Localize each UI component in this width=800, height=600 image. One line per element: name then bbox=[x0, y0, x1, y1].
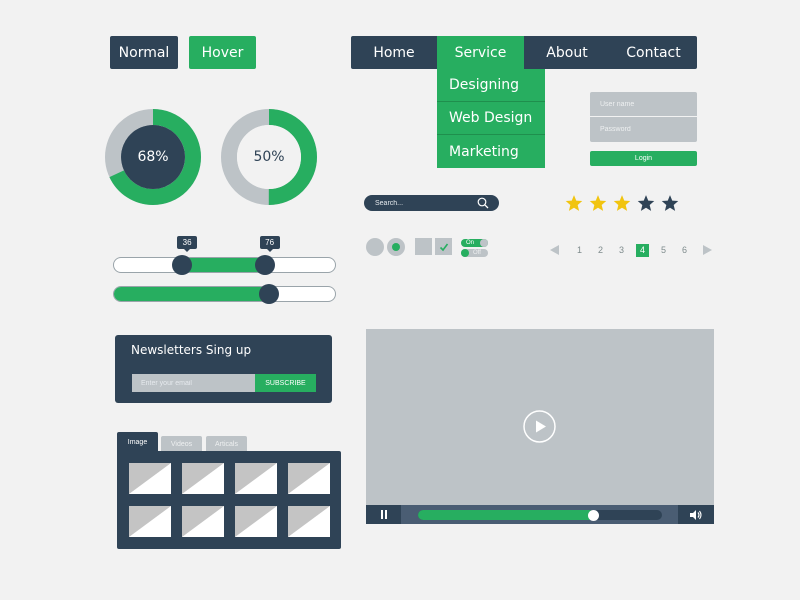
donut-label: 50% bbox=[253, 149, 285, 165]
range-slider-fill bbox=[183, 258, 266, 272]
main-nav: Home Service About Contact bbox=[351, 36, 697, 69]
toggle-on-label: On bbox=[466, 240, 475, 246]
volume-icon[interactable] bbox=[678, 505, 714, 524]
gallery-thumbnail[interactable] bbox=[129, 506, 171, 537]
newsletter-title: Newsletters Sing up bbox=[131, 343, 252, 357]
login-form: Login bbox=[590, 92, 697, 166]
gallery-thumbnail[interactable] bbox=[288, 463, 330, 494]
nav-item-about[interactable]: About bbox=[524, 36, 610, 69]
gallery-thumbnail[interactable] bbox=[288, 506, 330, 537]
password-input[interactable] bbox=[590, 117, 697, 142]
hover-button[interactable]: Hover bbox=[189, 36, 256, 69]
gallery-thumbnail[interactable] bbox=[129, 463, 171, 494]
play-icon[interactable] bbox=[523, 410, 556, 443]
toggle-on[interactable]: On bbox=[461, 239, 488, 247]
subscribe-button[interactable]: SUBSCRIBE bbox=[255, 374, 316, 392]
page-4[interactable]: 4 bbox=[636, 243, 649, 257]
star-filled-icon[interactable] bbox=[613, 194, 631, 212]
checkbox-checked[interactable] bbox=[435, 238, 452, 255]
range-slider-low-thumb[interactable] bbox=[172, 255, 193, 275]
tab-articals[interactable]: Articals bbox=[206, 436, 247, 452]
search-bar bbox=[364, 195, 499, 211]
progress-donut-50: 50% bbox=[221, 109, 317, 205]
checkbox-unchecked[interactable] bbox=[415, 238, 432, 255]
checkmark-icon bbox=[439, 243, 448, 251]
progress-donut-68: 68% bbox=[105, 109, 201, 205]
star-filled-icon[interactable] bbox=[565, 194, 583, 212]
range-slider-high-thumb[interactable] bbox=[254, 255, 275, 275]
toggle-knob bbox=[480, 239, 488, 247]
pause-icon[interactable] bbox=[366, 505, 401, 524]
star-rating bbox=[565, 194, 679, 212]
video-player bbox=[366, 329, 714, 524]
single-slider-thumb[interactable] bbox=[259, 284, 280, 304]
nav-item-home[interactable]: Home bbox=[351, 36, 437, 69]
page-1[interactable]: 1 bbox=[573, 244, 586, 257]
gallery-thumbnail[interactable] bbox=[235, 463, 277, 494]
dropdown-item-marketing[interactable]: Marketing bbox=[437, 135, 545, 168]
next-page-arrow-icon[interactable] bbox=[703, 245, 712, 255]
dropdown-item-designing[interactable]: Designing bbox=[437, 69, 545, 102]
page-5[interactable]: 5 bbox=[657, 244, 670, 257]
video-seek-fill bbox=[418, 510, 594, 520]
search-input[interactable] bbox=[375, 199, 470, 207]
star-empty-icon[interactable] bbox=[661, 194, 679, 212]
toggle-off[interactable]: Off bbox=[461, 249, 488, 257]
video-controls bbox=[366, 505, 714, 524]
single-slider-track[interactable] bbox=[113, 286, 336, 302]
radio-unchecked[interactable] bbox=[366, 238, 384, 256]
video-seek-track[interactable] bbox=[418, 509, 662, 521]
normal-button[interactable]: Normal bbox=[110, 36, 178, 69]
newsletter-box: Newsletters Sing up SUBSCRIBE bbox=[115, 335, 332, 403]
pagination: 1 2 3 4 5 6 bbox=[550, 243, 712, 257]
single-slider-fill bbox=[114, 287, 271, 301]
donut-label: 68% bbox=[137, 149, 169, 165]
gallery-thumbnail[interactable] bbox=[182, 463, 224, 494]
login-button[interactable]: Login bbox=[590, 151, 697, 166]
nav-item-contact[interactable]: Contact bbox=[610, 36, 697, 69]
video-seek-thumb[interactable] bbox=[588, 509, 600, 521]
page-6[interactable]: 6 bbox=[678, 244, 691, 257]
service-dropdown: Designing Web Design Marketing bbox=[437, 69, 545, 168]
range-low-tooltip: 36 bbox=[177, 236, 198, 252]
toggle-off-label: Off bbox=[473, 250, 481, 256]
toggle-knob bbox=[461, 249, 469, 257]
page-3[interactable]: 3 bbox=[615, 244, 628, 257]
dropdown-item-web-design[interactable]: Web Design bbox=[437, 102, 545, 135]
range-high-tooltip: 76 bbox=[259, 236, 280, 252]
range-slider-track[interactable] bbox=[113, 257, 336, 273]
image-gallery bbox=[117, 451, 341, 549]
gallery-thumbnail[interactable] bbox=[235, 506, 277, 537]
nav-item-service[interactable]: Service bbox=[437, 36, 524, 69]
star-filled-icon[interactable] bbox=[589, 194, 607, 212]
page-2[interactable]: 2 bbox=[594, 244, 607, 257]
username-input[interactable] bbox=[590, 92, 697, 117]
tab-image[interactable]: Image bbox=[117, 432, 158, 452]
gallery-thumbnail[interactable] bbox=[182, 506, 224, 537]
search-icon[interactable] bbox=[477, 197, 489, 209]
star-empty-icon[interactable] bbox=[637, 194, 655, 212]
radio-checked[interactable] bbox=[387, 238, 405, 256]
newsletter-email-input[interactable] bbox=[132, 374, 255, 392]
prev-page-arrow-icon[interactable] bbox=[550, 245, 559, 255]
tab-videos[interactable]: Videos bbox=[161, 436, 202, 452]
